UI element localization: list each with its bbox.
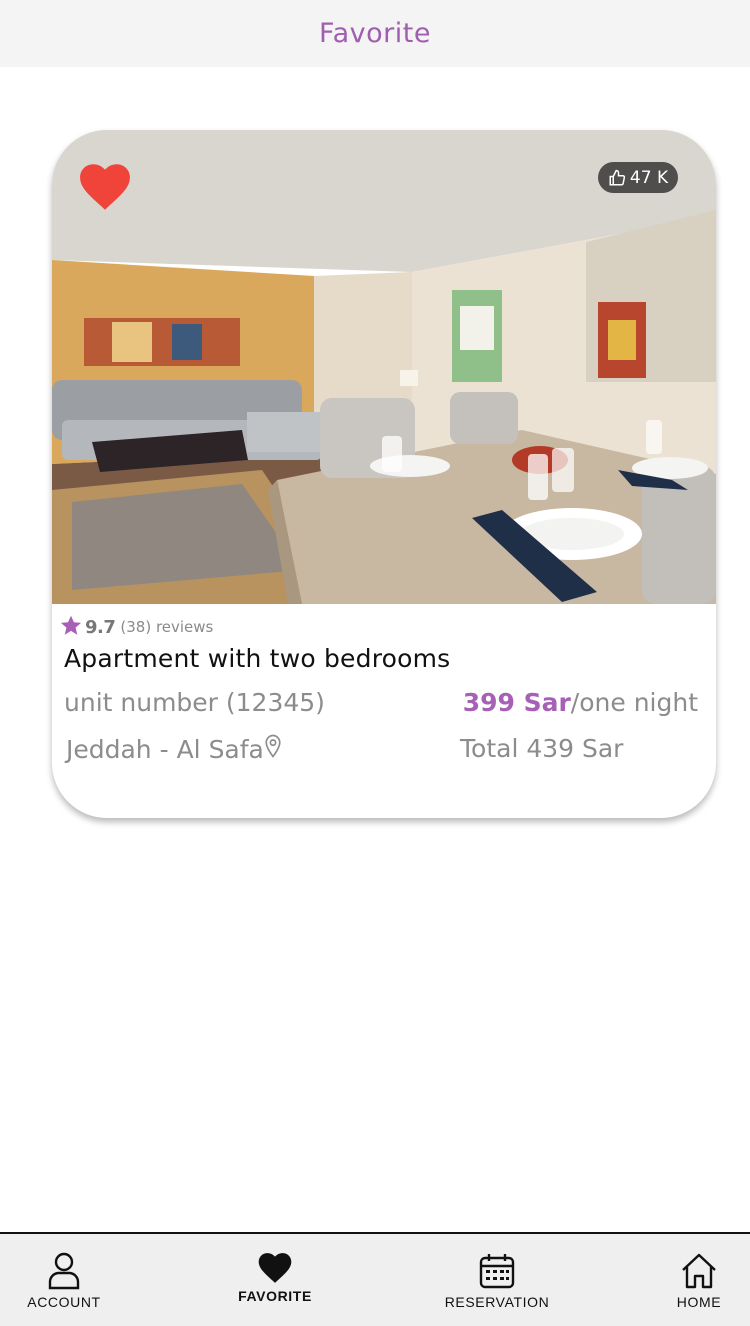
nightly-price: 399 Sar/one night — [463, 688, 698, 717]
location-text: Jeddah - Al Safa — [66, 734, 264, 764]
location-pin-icon — [264, 734, 282, 764]
tab-favorite-label: FAVORITE — [238, 1288, 312, 1304]
price-suffix: /one night — [570, 688, 698, 717]
user-icon — [47, 1234, 81, 1290]
tab-home[interactable]: HOME — [659, 1234, 739, 1326]
unit-number: unit number (12345) — [64, 688, 325, 717]
tab-account-label: ACCOUNT — [27, 1294, 101, 1310]
price-amount: 399 Sar — [462, 688, 571, 717]
tab-favorite[interactable]: FAVORITE — [225, 1234, 325, 1326]
listing-photo[interactable]: 47 K — [52, 130, 716, 604]
star-icon — [60, 615, 82, 640]
listing-location: Jeddah - Al Safa — [66, 734, 282, 764]
reviews-count[interactable]: (38) reviews — [120, 618, 213, 636]
favorite-heart-icon[interactable] — [79, 163, 131, 211]
home-icon — [680, 1234, 718, 1290]
listing-card[interactable]: 47 K 9.7 (38) reviews Apartment with two… — [52, 130, 716, 818]
rating-row: 9.7 (38) reviews — [60, 614, 213, 640]
listing-title: Apartment with two bedrooms — [64, 644, 451, 673]
page-title: Favorite — [319, 18, 431, 49]
thumbs-up-icon — [608, 169, 626, 187]
top-bar: Favorite — [0, 0, 750, 67]
tab-reservation[interactable]: RESERVATION — [432, 1234, 562, 1326]
tab-account[interactable]: ACCOUNT — [14, 1234, 114, 1326]
tab-home-label: HOME — [676, 1294, 722, 1310]
likes-badge: 47 K — [598, 162, 678, 193]
rating-score: 9.7 — [85, 616, 116, 638]
heart-icon — [258, 1234, 292, 1284]
likes-count: 47 K — [629, 167, 669, 188]
bottom-tab-bar: ACCOUNT FAVORITE RESERVATION HOME — [0, 1232, 750, 1326]
calendar-icon — [478, 1234, 516, 1290]
tab-reservation-label: RESERVATION — [444, 1294, 550, 1310]
total-price: Total 439 Sar — [460, 734, 624, 763]
